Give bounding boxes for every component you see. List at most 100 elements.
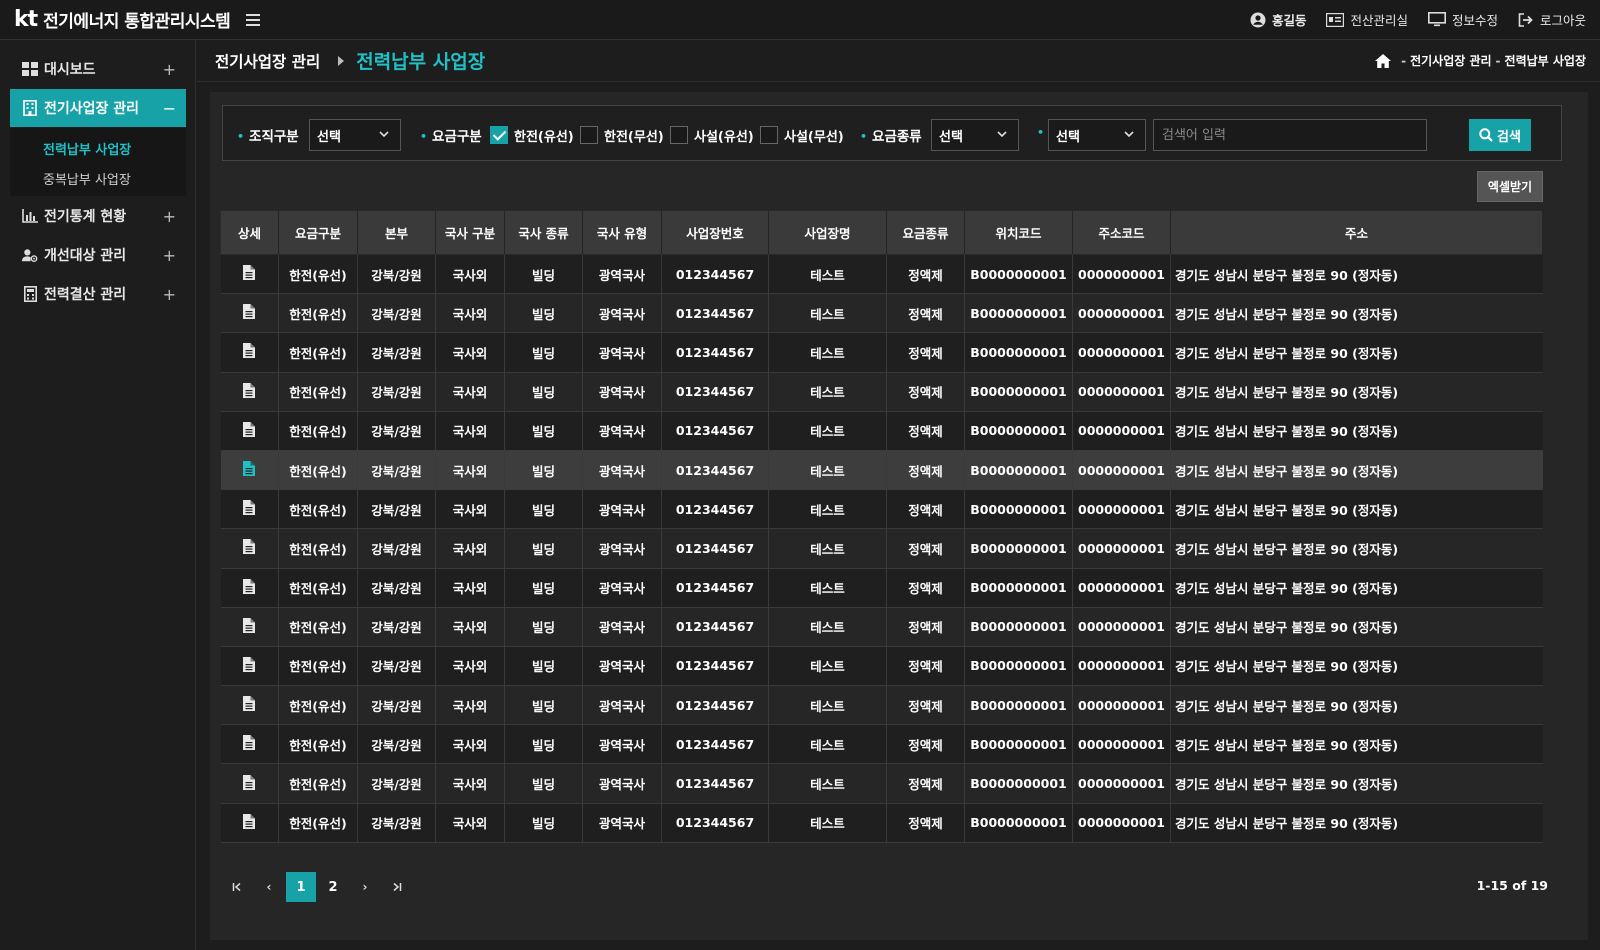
caret-right-icon <box>338 55 345 66</box>
excel-download-button[interactable]: 엑셀받기 <box>1477 171 1543 202</box>
table-row[interactable]: 한전(유선) 강북/강원 국사외 빌딩 광역국사 012344567 테스트 정액제 B0000… <box>220 724 1543 765</box>
sidebar-item-statistics[interactable]: 전기통계 현황 + <box>10 197 186 235</box>
page-button-1[interactable]: 1 <box>286 872 316 902</box>
last-page-button[interactable] <box>382 872 412 902</box>
checkbox-kepco-wireless[interactable] <box>580 126 598 144</box>
document-icon[interactable] <box>243 500 256 516</box>
prev-page-button[interactable]: ‹ <box>254 872 284 902</box>
sidebar-item-settlement[interactable]: 전력결산 관리 + <box>10 275 186 313</box>
address-code-cell: 0000000001 <box>1072 411 1171 451</box>
table-row[interactable]: 한전(유선) 강북/강원 국사외 빌딩 광역국사 012344567 테스트 정액제 B0000… <box>220 528 1543 569</box>
document-icon[interactable] <box>243 265 256 281</box>
document-icon[interactable] <box>243 578 256 594</box>
table-row[interactable]: 한전(유선) 강북/강원 국사외 빌딩 광역국사 012344567 테스트 정액제 B0000… <box>220 568 1543 608</box>
office-class-cell: 국사외 <box>435 528 505 569</box>
submenu-item-power-payment[interactable]: 전력납부 사업장 <box>43 139 131 158</box>
page-header: 전기사업장 관리 전력납부 사업장 - 전기사업장 관리 - 전력납부 사업장 <box>197 40 1600 82</box>
page-button-2[interactable]: 2 <box>318 872 348 902</box>
home-icon[interactable] <box>1375 53 1392 68</box>
table-row[interactable]: 한전(유선) 강북/강원 국사외 빌딩 광역국사 012344567 테스트 정액제 B0000… <box>220 254 1543 295</box>
checkbox-kepco-wired[interactable] <box>490 126 508 144</box>
table-row[interactable]: 한전(유선) 강북/강원 국사외 빌딩 광역국사 012344567 테스트 정액제 B0000… <box>220 332 1543 373</box>
document-icon[interactable] <box>243 421 256 437</box>
admin-room-link[interactable]: 전산관리실 <box>1326 10 1408 29</box>
column-header: 사업장번호 <box>661 210 769 255</box>
submenu-item-duplicate-payment[interactable]: 중복납부 사업장 <box>43 169 131 188</box>
next-page-button[interactable]: › <box>350 872 380 902</box>
fee-filter-label: 요금구분 <box>420 125 482 145</box>
menu-toggle-icon[interactable] <box>246 13 261 26</box>
table-row[interactable]: 한전(유선) 강북/강원 국사외 빌딩 광역국사 012344567 테스트 정액제 B0000… <box>220 450 1543 491</box>
document-icon[interactable] <box>243 461 256 477</box>
expand-icon[interactable]: + <box>163 246 176 265</box>
sidebar-item-improvement[interactable]: 개선대상 관리 + <box>10 236 186 274</box>
table-row[interactable]: 한전(유선) 강북/강원 국사외 빌딩 광역국사 012344567 테스트 정액제 B0000… <box>220 372 1543 412</box>
location-code-cell: B0000000001 <box>964 293 1073 334</box>
fee-category-cell: 한전(유선) <box>278 489 358 530</box>
document-icon[interactable] <box>243 735 256 751</box>
expand-icon[interactable]: + <box>163 60 176 79</box>
breadcrumb-parent[interactable]: 전기사업장 관리 <box>1410 52 1491 69</box>
user-gear-icon <box>22 247 38 263</box>
sidebar-item-sites[interactable]: 전기사업장 관리 − <box>10 89 186 127</box>
logout-link[interactable]: 로그아웃 <box>1518 10 1586 29</box>
site-name-cell: 테스트 <box>768 763 887 804</box>
office-kind-cell: 빌딩 <box>504 646 583 687</box>
checkbox-private-wired[interactable] <box>670 126 688 144</box>
location-code-cell: B0000000001 <box>964 607 1073 647</box>
table-row[interactable]: 한전(유선) 강북/강원 국사외 빌딩 광역국사 012344567 테스트 정액제 B0000… <box>220 293 1543 334</box>
breadcrumb-separator: - <box>1495 53 1501 68</box>
table-row[interactable]: 한전(유선) 강북/강원 국사외 빌딩 광역국사 012344567 테스트 정액제 B0000… <box>220 803 1543 843</box>
site-name-cell: 테스트 <box>768 607 887 647</box>
org-select[interactable]: 선택 <box>309 119 401 151</box>
user-profile[interactable]: 홍길동 <box>1250 10 1306 29</box>
table-row[interactable]: 한전(유선) 강북/강원 국사외 빌딩 광역국사 012344567 테스트 정액제 B0000… <box>220 489 1543 530</box>
table-row[interactable]: 한전(유선) 강북/강원 국사외 빌딩 광역국사 012344567 테스트 정액제 B0000… <box>220 685 1543 726</box>
search-button[interactable]: 검색 <box>1469 119 1531 151</box>
fee-type-filter-label: 요금종류 <box>860 125 922 145</box>
expand-icon[interactable]: + <box>163 207 176 226</box>
document-icon[interactable] <box>243 774 256 790</box>
table-row[interactable]: 한전(유선) 강북/강원 국사외 빌딩 광역국사 012344567 테스트 정액제 B0000… <box>220 763 1543 804</box>
expand-icon[interactable]: + <box>163 285 176 304</box>
hq-cell: 강북/강원 <box>357 646 436 687</box>
address-cell: 경기도 성남시 분당구 불정로 90 (정자동) <box>1170 254 1543 295</box>
calculator-icon <box>22 286 38 302</box>
document-icon[interactable] <box>243 343 256 359</box>
document-icon[interactable] <box>243 539 256 555</box>
table-row[interactable]: 한전(유선) 강북/강원 국사외 빌딩 광역국사 012344567 테스트 정액제 B0000… <box>220 607 1543 647</box>
sites-table: 상세 요금구분 본부 국사 구분 국사 종류 국사 유형 사업장번호 사업장명 요금종류 위치코드… <box>220 210 1543 843</box>
top-bar: kt 전기에너지 통합관리시스템 홍길동 전산관리실 정보수정 로그아웃 <box>0 0 1600 40</box>
office-class-cell: 국사외 <box>435 724 505 765</box>
site-name-cell: 테스트 <box>768 450 887 491</box>
document-icon[interactable] <box>243 696 256 712</box>
office-type-cell: 광역국사 <box>582 803 662 843</box>
document-icon[interactable] <box>243 382 256 398</box>
search-field-select[interactable]: 선택 <box>1048 119 1146 151</box>
document-icon[interactable] <box>243 813 256 829</box>
table-row[interactable]: 한전(유선) 강북/강원 국사외 빌딩 광역국사 012344567 테스트 정액제 B0000… <box>220 646 1543 687</box>
detail-cell <box>220 528 279 569</box>
fee-category-cell: 한전(유선) <box>278 528 358 569</box>
collapse-icon[interactable]: − <box>163 99 176 118</box>
checkbox-private-wireless[interactable] <box>760 126 778 144</box>
location-code-cell: B0000000001 <box>964 411 1073 451</box>
document-icon[interactable] <box>243 304 256 320</box>
hq-cell: 강북/강원 <box>357 763 436 804</box>
search-input[interactable] <box>1153 119 1427 151</box>
document-icon[interactable] <box>243 656 256 672</box>
document-icon[interactable] <box>243 617 256 633</box>
address-cell: 경기도 성남시 분당구 불정로 90 (정자동) <box>1170 528 1543 569</box>
fee-type-cell: 정액제 <box>886 254 965 295</box>
sidebar-item-dashboard[interactable]: 대시보드 + <box>10 50 186 88</box>
edit-info-link[interactable]: 정보수정 <box>1427 10 1498 29</box>
first-page-icon <box>232 882 241 892</box>
office-type-cell: 광역국사 <box>582 685 662 726</box>
detail-cell <box>220 763 279 804</box>
table-row[interactable]: 한전(유선) 강북/강원 국사외 빌딩 광역국사 012344567 테스트 정액제 B0000… <box>220 411 1543 451</box>
fee-type-select[interactable]: 선택 <box>931 119 1019 151</box>
logo[interactable]: kt 전기에너지 통합관리시스템 <box>14 7 231 32</box>
first-page-button[interactable] <box>222 872 252 902</box>
fee-category-cell: 한전(유선) <box>278 450 358 491</box>
office-kind-cell: 빌딩 <box>504 489 583 530</box>
